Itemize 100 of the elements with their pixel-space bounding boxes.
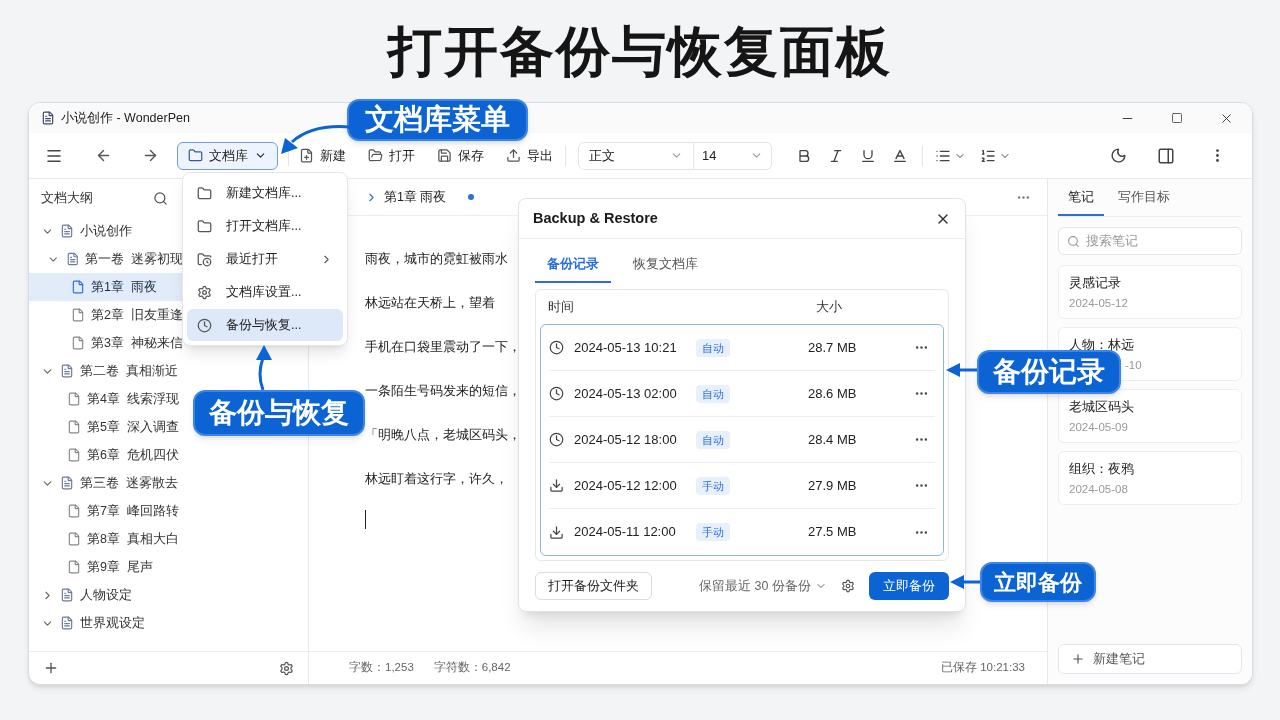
toolbar-button[interactable]: 打开	[368, 145, 415, 166]
note-card[interactable]: 灵感记录 2024-05-12	[1058, 265, 1242, 319]
backup-type-tag: 自动	[696, 430, 730, 449]
tree-item[interactable]: 第5章 深入调查	[29, 413, 183, 441]
annotation-tooltip: 文档库菜单	[347, 99, 528, 141]
note-date: 2024-05-12	[1069, 296, 1128, 311]
paragraph: 林远站在天桥上，望着	[365, 295, 495, 312]
column-header: 时间	[548, 298, 575, 316]
column-header: 大小	[816, 298, 842, 316]
backup-size: 28.4 MB	[808, 430, 858, 449]
paragraph: 「明晚八点，老城区码头，	[365, 427, 521, 444]
tree-item[interactable]: 第一卷 迷雾初现	[29, 245, 183, 273]
tree-item[interactable]: 第9章 尾声	[29, 553, 183, 581]
open-folder-button[interactable]: 打开备份文件夹	[535, 572, 652, 600]
note-title: 老城区码头	[1069, 399, 1134, 416]
tree-label: 第二卷 真相渐近	[80, 362, 178, 380]
annotation-tooltip: 备份与恢复	[193, 390, 365, 436]
menu-item[interactable]: 最近打开	[187, 243, 343, 275]
annotation-tooltip: 备份记录	[977, 350, 1121, 394]
note-card[interactable]: 组织：夜鸦 2024-05-08	[1058, 451, 1242, 505]
backup-row[interactable]: 2024-05-12 18:00 自动 28.4 MB	[549, 417, 935, 463]
save-status: 已保存 10:21:33	[941, 660, 1025, 676]
backup-type-tag: 自动	[696, 384, 730, 403]
tree-item[interactable]: 世界观设定	[29, 609, 183, 637]
tree-label: 第三卷 迷雾散去	[80, 474, 178, 492]
paragraph: 林远盯着这行字，许久，	[365, 471, 508, 488]
dialog-title: Backup & Restore	[533, 208, 658, 228]
tree-item[interactable]: 人物设定	[29, 581, 183, 609]
tree-label: 第8章 真相大白	[87, 530, 179, 548]
tab[interactable]: 写作目标	[1108, 180, 1180, 216]
tree-label: 第3章 神秘来信	[91, 334, 183, 352]
paragraph: 雨夜，城市的霓虹被雨水	[365, 251, 508, 268]
retention-select[interactable]: 保留最近 30 份备份	[699, 576, 827, 596]
paragraph: 一条陌生号码发来的短信，	[365, 383, 521, 400]
toolbar-button[interactable]: 保存	[437, 145, 484, 166]
tree-label: 第2章 旧友重逢	[91, 306, 183, 324]
style-select[interactable]: 正文	[578, 141, 694, 170]
tree-item[interactable]: 第4章 线索浮现	[29, 385, 183, 413]
annotation-tooltip: 立即备份	[980, 562, 1096, 602]
backup-row[interactable]: 2024-05-13 10:21 自动 28.7 MB	[549, 325, 935, 371]
menu-item[interactable]: 文档库设置...	[187, 276, 343, 308]
toolbar-button[interactable]: 新建	[299, 145, 346, 166]
backup-type-tag: 手动	[696, 523, 730, 541]
tab[interactable]: 恢复文档库	[621, 247, 710, 283]
backup-type-tag: 自动	[696, 338, 730, 357]
menu-item[interactable]: 备份与恢复...	[187, 309, 343, 341]
tree-item[interactable]: 第三卷 迷雾散去	[29, 469, 183, 497]
library-menu-button[interactable]: 文档库	[177, 141, 278, 170]
backup-row[interactable]: 2024-05-13 02:00 自动 28.6 MB	[549, 371, 935, 417]
menu-item[interactable]: 打开文档库...	[187, 210, 343, 242]
tree-item[interactable]: 小说创作	[29, 217, 183, 245]
search-input[interactable]: 搜索笔记	[1086, 231, 1226, 251]
new-note-button[interactable]: 新建笔记	[1058, 644, 1242, 674]
breadcrumb: 第1章 雨夜	[384, 188, 447, 206]
tree-item[interactable]: 第3章 神秘来信	[29, 329, 183, 357]
page-title: 打开备份与恢复面板	[388, 19, 892, 83]
backup-row[interactable]: 2024-05-11 12:00 手动 27.5 MB	[549, 509, 935, 555]
tree-label: 人物设定	[80, 586, 132, 604]
tree-label: 第9章 尾声	[87, 558, 153, 576]
sidebar-title: 文档大纲	[41, 189, 93, 208]
backup-row[interactable]: 2024-05-12 12:00 手动 27.9 MB	[549, 463, 935, 509]
tree-item[interactable]: 第8章 真相大白	[29, 525, 183, 553]
search-field[interactable]: 搜索笔记	[1058, 227, 1242, 255]
tree-label: 第6章 危机四伏	[87, 446, 179, 464]
font-size-select[interactable]: 14	[694, 141, 772, 170]
backup-time: 2024-05-13 02:00	[574, 384, 678, 403]
tree-label: 世界观设定	[80, 614, 145, 632]
note-date: -10	[1125, 358, 1142, 373]
word-count: 字数：1,253	[349, 660, 414, 676]
tree-item[interactable]: 第6章 危机四伏	[29, 441, 183, 469]
menu-item[interactable]: 新建文档库...	[187, 177, 343, 209]
window-title: 小说创作 - WonderPen	[61, 109, 190, 127]
tree-label: 第4章 线索浮现	[87, 390, 179, 408]
tree-label: 第一卷 迷雾初现	[85, 250, 183, 268]
note-title: 灵感记录	[1069, 275, 1121, 292]
tree-label: 小说创作	[80, 222, 132, 240]
paragraph: 手机在口袋里震动了一下，	[365, 339, 521, 356]
backup-time: 2024-05-13 10:21	[574, 338, 678, 357]
backup-size: 27.5 MB	[808, 523, 858, 542]
tree-item[interactable]: 第1章 雨夜	[29, 273, 183, 301]
tree-label: 第5章 深入调查	[87, 418, 179, 436]
note-date: 2024-05-09	[1069, 420, 1128, 435]
backup-time: 2024-05-12 18:00	[574, 430, 678, 449]
note-date: 2024-05-08	[1069, 482, 1128, 497]
note-title: 组织：夜鸦	[1069, 461, 1134, 478]
backup-type-tag: 手动	[696, 476, 730, 495]
backup-size: 28.7 MB	[808, 338, 858, 357]
backup-time: 2024-05-11 12:00	[574, 523, 677, 542]
tree-item[interactable]: 第2章 旧友重逢	[29, 301, 183, 329]
tree-item[interactable]: 第二卷 真相渐近	[29, 357, 183, 385]
backup-size: 28.6 MB	[808, 384, 858, 403]
tree-label: 第1章 雨夜	[91, 278, 157, 296]
note-card[interactable]: 老城区码头 2024-05-09	[1058, 389, 1242, 443]
backup-size: 27.9 MB	[808, 476, 858, 495]
tree-label: 第7章 峰回路转	[87, 502, 179, 520]
toolbar-button[interactable]: 导出	[506, 145, 553, 166]
tree-item[interactable]: 第7章 峰回路转	[29, 497, 183, 525]
backup-time: 2024-05-12 12:00	[574, 476, 678, 495]
tab[interactable]: 笔记	[1058, 180, 1104, 216]
tab[interactable]: 备份记录	[535, 247, 611, 283]
